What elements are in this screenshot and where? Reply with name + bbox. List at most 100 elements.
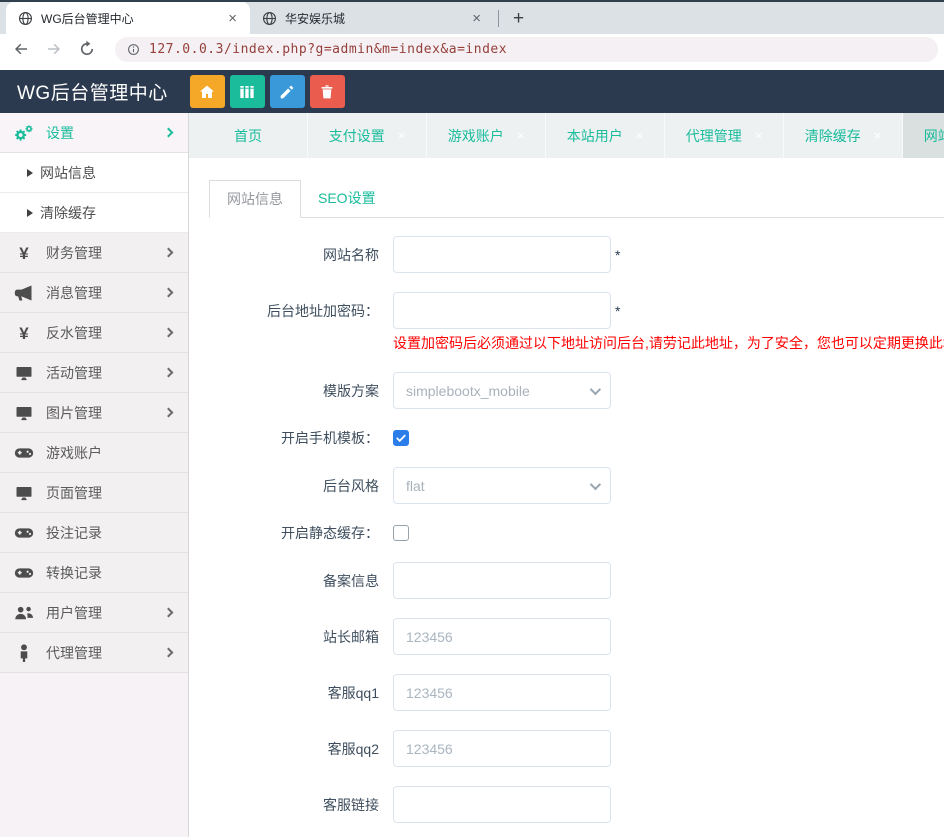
field-label: 后台风格: [209, 476, 393, 496]
home-button[interactable]: [190, 75, 225, 108]
columns-icon: [239, 84, 255, 100]
page-tab-game-accounts[interactable]: 游戏账户 ×: [427, 113, 546, 158]
page-tab-site-users[interactable]: 本站用户 ×: [546, 113, 665, 158]
browser-tab-title: WG后台管理中心: [41, 10, 225, 27]
static-cache-checkbox[interactable]: [393, 525, 409, 541]
page-tab-home[interactable]: 首页: [189, 113, 308, 158]
chevron-right-icon: [164, 368, 174, 378]
gamepad-icon: [14, 524, 34, 542]
columns-button[interactable]: [230, 75, 265, 108]
browser-tab-casino[interactable]: 华安娱乐城 ×: [250, 2, 494, 34]
sidebar-subitem-clear-cache[interactable]: 清除缓存: [0, 193, 188, 233]
forward-icon[interactable]: [45, 40, 63, 58]
icp-info-input[interactable]: [393, 562, 611, 599]
webmaster-email-input[interactable]: [393, 618, 611, 655]
sidebar-item-activity[interactable]: 活动管理: [0, 353, 188, 393]
field-label: 开启手机模板：: [209, 428, 393, 448]
sidebar-item-agents[interactable]: 代理管理: [0, 633, 188, 673]
form-row: 客服qq2: [209, 730, 944, 767]
sidebar-item-label: 财务管理: [46, 243, 165, 263]
password-warning-note: 设置加密码后必须通过以下地址访问后台,请劳记此地址，为了安全，您也可以定期更换此…: [393, 333, 944, 353]
app-title: WG后台管理中心: [17, 78, 168, 105]
page-tab-payment-settings[interactable]: 支付设置 ×: [308, 113, 427, 158]
close-icon[interactable]: ×: [874, 128, 882, 143]
sidebar-item-messages[interactable]: 消息管理: [0, 273, 188, 313]
close-icon[interactable]: ×: [755, 128, 763, 143]
mobile-template-checkbox[interactable]: [393, 430, 409, 446]
field-label: 站长邮箱: [209, 627, 393, 647]
chevron-right-icon: [164, 608, 174, 618]
chevron-right-icon: [164, 288, 174, 298]
service-link-input[interactable]: [393, 786, 611, 823]
template-select[interactable]: simplebootx_mobile: [393, 372, 611, 409]
sidebar-item-users[interactable]: 用户管理: [0, 593, 188, 633]
monitor-icon: [14, 364, 34, 382]
sidebar-item-label: 设置: [46, 123, 165, 143]
field-label: 客服qq1: [209, 683, 393, 703]
sidebar: 设置 网站信息 清除缓存 ¥ 财务管理 消息管理 ¥ 反水管理: [0, 113, 189, 837]
admin-style-select[interactable]: flat: [393, 467, 611, 504]
sidebar-item-images[interactable]: 图片管理: [0, 393, 188, 433]
gears-icon: [14, 124, 34, 142]
page-tab-site-info[interactable]: 网站信息 ×: [903, 113, 944, 158]
edit-button[interactable]: [270, 75, 305, 108]
back-icon[interactable]: [12, 40, 30, 58]
page-tab-label: 首页: [234, 126, 262, 146]
sidebar-item-label: 页面管理: [46, 483, 172, 503]
sidebar-item-label: 游戏账户: [46, 443, 172, 463]
megaphone-icon: [14, 284, 34, 302]
sidebar-item-label: 用户管理: [46, 603, 165, 623]
yen-icon: ¥: [14, 324, 34, 342]
sidebar-subitem-label: 清除缓存: [40, 203, 96, 223]
close-icon[interactable]: ×: [636, 128, 644, 143]
service-qq1-input[interactable]: [393, 674, 611, 711]
chevron-right-icon: [164, 248, 174, 258]
selected-option: simplebootx_mobile: [406, 383, 530, 399]
sidebar-item-game-accounts[interactable]: 游戏账户: [0, 433, 188, 473]
sidebar-item-conversion-records[interactable]: 转换记录: [0, 553, 188, 593]
page-info-icon[interactable]: [127, 43, 140, 56]
close-icon[interactable]: ×: [398, 128, 406, 143]
chevron-down-icon: [590, 478, 601, 489]
admin-path-password-input[interactable]: [393, 292, 611, 329]
sidebar-item-label: 活动管理: [46, 363, 165, 383]
check-icon: [395, 432, 407, 444]
tab-seo-settings[interactable]: SEO设置: [301, 180, 393, 218]
field-label: 客服链接: [209, 795, 393, 815]
field-label: 后台地址加密码：: [209, 301, 393, 321]
sidebar-item-finance[interactable]: ¥ 财务管理: [0, 233, 188, 273]
tab-site-info[interactable]: 网站信息: [209, 180, 301, 218]
reload-icon[interactable]: [78, 40, 96, 58]
person-icon: [14, 644, 34, 662]
triangle-right-icon: [27, 209, 33, 217]
sidebar-item-pages[interactable]: 页面管理: [0, 473, 188, 513]
trash-icon: [319, 84, 335, 100]
page-tab-label: 代理管理: [686, 126, 742, 146]
url-field[interactable]: 127.0.0.3/index.php?g=admin&m=index&a=in…: [115, 37, 938, 62]
header-buttons: [190, 75, 345, 108]
field-label: 网站名称: [209, 245, 393, 265]
service-qq2-input[interactable]: [393, 730, 611, 767]
close-tab-icon[interactable]: ×: [225, 11, 240, 26]
pencil-icon: [279, 84, 295, 100]
yen-icon: ¥: [14, 244, 34, 262]
new-tab-button[interactable]: +: [503, 9, 534, 28]
form-row: 后台风格 flat: [209, 467, 944, 504]
browser-tab-admin[interactable]: WG后台管理中心 ×: [6, 2, 250, 34]
page-tab-label: 支付设置: [329, 126, 385, 146]
sidebar-item-label: 图片管理: [46, 403, 165, 423]
gamepad-icon: [14, 444, 34, 462]
monitor-icon: [14, 404, 34, 422]
sidebar-item-rebate[interactable]: ¥ 反水管理: [0, 313, 188, 353]
page-tab-clear-cache[interactable]: 清除缓存 ×: [784, 113, 903, 158]
page-tab-agents[interactable]: 代理管理 ×: [665, 113, 784, 158]
delete-button[interactable]: [310, 75, 345, 108]
close-tab-icon[interactable]: ×: [469, 11, 484, 26]
sidebar-subitem-site-info[interactable]: 网站信息: [0, 153, 188, 193]
sidebar-item-settings[interactable]: 设置: [0, 113, 188, 153]
sidebar-item-bet-records[interactable]: 投注记录: [0, 513, 188, 553]
site-name-input[interactable]: [393, 236, 611, 273]
close-icon[interactable]: ×: [517, 128, 525, 143]
url-text: 127.0.0.3/index.php?g=admin&m=index&a=in…: [149, 42, 507, 57]
browser-tab-title: 华安娱乐城: [285, 10, 469, 27]
